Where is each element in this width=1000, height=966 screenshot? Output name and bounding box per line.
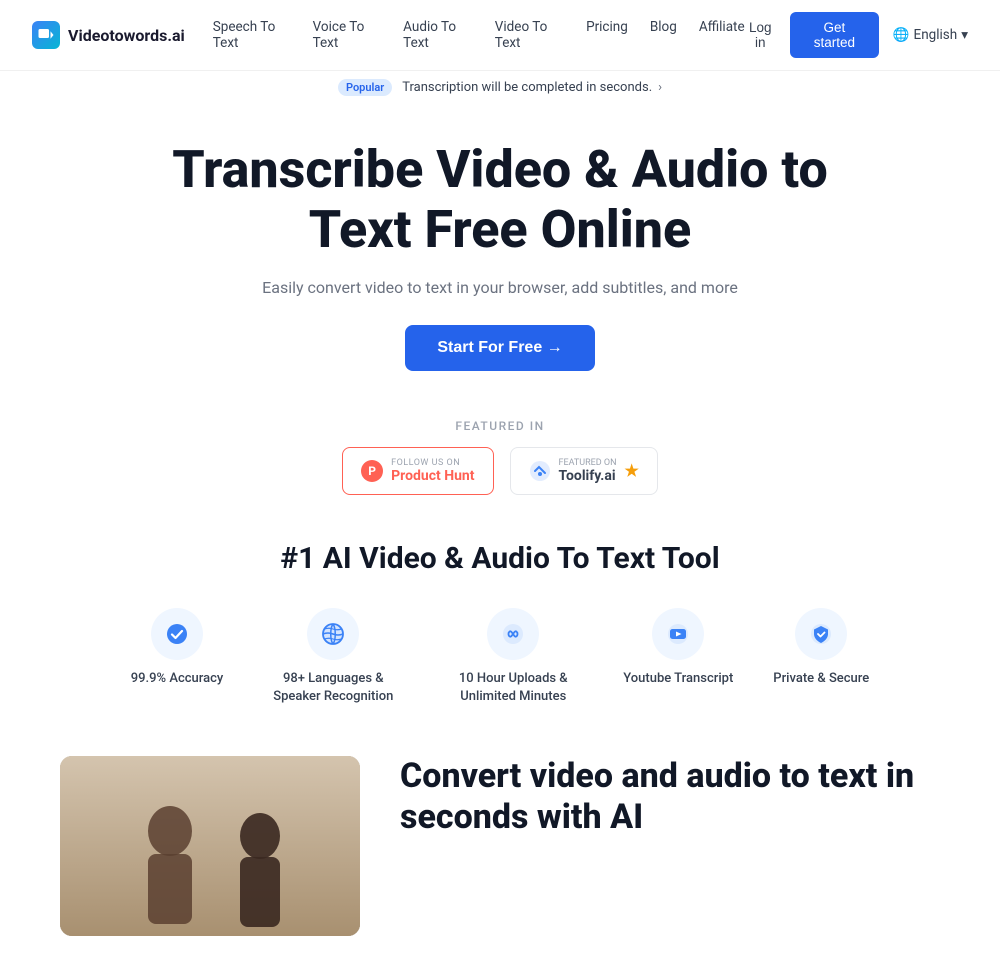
popular-badge: Popular bbox=[338, 79, 392, 96]
start-free-button[interactable]: Start For Free → bbox=[405, 325, 594, 371]
convert-section-title: Convert video and audio to text in secon… bbox=[400, 756, 940, 838]
feature-uploads: 10 Hour Uploads & Unlimited Minutes bbox=[443, 608, 583, 706]
feature-youtube: Youtube Transcript bbox=[623, 608, 733, 706]
navbar: Videotowords.ai Speech To Text Voice To … bbox=[0, 0, 1000, 71]
languages-label: 98+ Languages & Speaker Recognition bbox=[263, 670, 403, 706]
hero-image bbox=[60, 756, 360, 936]
youtube-icon bbox=[666, 622, 690, 646]
languages-icon-circle bbox=[307, 608, 359, 660]
ai-section-title: #1 AI Video & Audio To Text Tool bbox=[280, 541, 719, 576]
globe-icon: 🌐 bbox=[893, 27, 910, 43]
nav-audio-to-text[interactable]: Audio To Text bbox=[403, 19, 473, 51]
bottom-section: Convert video and audio to text in secon… bbox=[0, 726, 1000, 966]
announcement-bar: Popular Transcription will be completed … bbox=[0, 71, 1000, 104]
toolify-text-block: FEATURED ON Toolify.ai bbox=[559, 458, 617, 484]
producthunt-icon: P bbox=[361, 460, 383, 482]
hero-subtitle: Easily convert video to text in your bro… bbox=[262, 278, 738, 297]
globe-icon bbox=[321, 622, 345, 646]
secure-label: Private & Secure bbox=[773, 670, 869, 688]
uploads-icon-circle bbox=[487, 608, 539, 660]
hero-image-svg bbox=[60, 756, 360, 936]
featured-label: FEATURED IN bbox=[455, 419, 544, 433]
navbar-right: Log in Get started 🌐 English ▾ bbox=[745, 12, 968, 58]
check-circle-icon bbox=[165, 622, 189, 646]
bottom-text: Convert video and audio to text in secon… bbox=[400, 756, 940, 838]
toolify-name: Toolify.ai bbox=[559, 468, 617, 484]
logo-text: Videotowords.ai bbox=[68, 26, 185, 45]
hero-image-inner bbox=[60, 756, 360, 936]
logo-icon bbox=[32, 21, 60, 49]
announcement-arrow: › bbox=[658, 80, 662, 95]
nav-pricing[interactable]: Pricing bbox=[586, 19, 628, 51]
secure-icon-circle bbox=[795, 608, 847, 660]
producthunt-badge[interactable]: P FOLLOW US ON Product Hunt bbox=[342, 447, 493, 495]
featured-section: FEATURED IN P FOLLOW US ON Product Hunt … bbox=[0, 391, 1000, 505]
uploads-label: 10 Hour Uploads & Unlimited Minutes bbox=[443, 670, 583, 706]
shield-icon bbox=[809, 622, 833, 646]
features-grid: 99.9% Accuracy 98+ Languages & Speaker R… bbox=[131, 608, 869, 706]
language-label: English bbox=[914, 27, 958, 43]
accuracy-icon-circle bbox=[151, 608, 203, 660]
logo[interactable]: Videotowords.ai bbox=[32, 21, 185, 49]
feature-secure: Private & Secure bbox=[773, 608, 869, 706]
youtube-icon-circle bbox=[652, 608, 704, 660]
ph-follow-text: FOLLOW US ON bbox=[391, 458, 474, 468]
feature-languages: 98+ Languages & Speaker Recognition bbox=[263, 608, 403, 706]
ai-features-section: #1 AI Video & Audio To Text Tool 99.9% A… bbox=[0, 505, 1000, 726]
logo-svg bbox=[37, 26, 55, 44]
hero-section: Transcribe Video & Audio to Text Free On… bbox=[0, 104, 1000, 391]
producthunt-text: FOLLOW US ON Product Hunt bbox=[391, 458, 474, 484]
nav-voice-to-text[interactable]: Voice To Text bbox=[313, 19, 382, 51]
nav-video-to-text[interactable]: Video To Text bbox=[495, 19, 564, 51]
toolify-badge[interactable]: FEATURED ON Toolify.ai ★ bbox=[510, 447, 658, 495]
get-started-button[interactable]: Get started bbox=[790, 12, 879, 58]
chevron-down-icon: ▾ bbox=[961, 27, 968, 43]
nav-speech-to-text[interactable]: Speech To Text bbox=[213, 19, 291, 51]
feature-accuracy: 99.9% Accuracy bbox=[131, 608, 224, 706]
toolify-icon bbox=[529, 460, 551, 482]
infinity-icon bbox=[501, 622, 525, 646]
star-icon: ★ bbox=[625, 461, 639, 480]
announcement-text: Transcription will be completed in secon… bbox=[402, 80, 652, 95]
accuracy-label: 99.9% Accuracy bbox=[131, 670, 224, 688]
nav-affiliate[interactable]: Affiliate bbox=[699, 19, 745, 51]
nav-blog[interactable]: Blog bbox=[650, 19, 677, 51]
login-button[interactable]: Log in bbox=[745, 20, 776, 50]
youtube-label: Youtube Transcript bbox=[623, 670, 733, 688]
ph-name: Product Hunt bbox=[391, 468, 474, 484]
featured-logos: P FOLLOW US ON Product Hunt FEATURED ON … bbox=[342, 447, 658, 495]
navbar-left: Videotowords.ai Speech To Text Voice To … bbox=[32, 19, 745, 51]
language-selector[interactable]: 🌐 English ▾ bbox=[893, 27, 968, 43]
hero-title: Transcribe Video & Audio to Text Free On… bbox=[150, 140, 850, 260]
nav-links: Speech To Text Voice To Text Audio To Te… bbox=[213, 19, 745, 51]
toolify-featured-text: FEATURED ON bbox=[559, 458, 617, 468]
